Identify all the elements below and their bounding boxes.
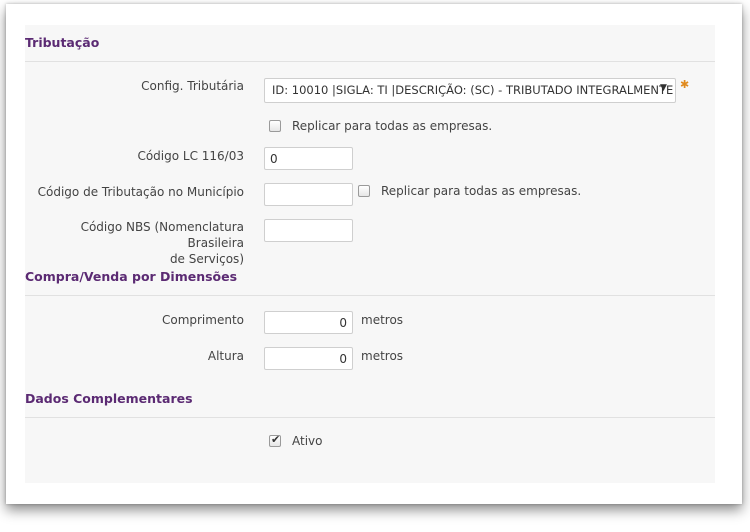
replicar-config-label: Replicar para todas as empresas.: [292, 119, 493, 133]
ativo-label: Ativo: [292, 434, 323, 448]
config-tributaria-label: Config. Tributária: [141, 79, 244, 93]
comprimento-unit: metros: [361, 313, 404, 327]
section-title-dados-complementares: Dados Complementares: [25, 391, 193, 406]
config-tributaria-select[interactable]: ID: 10010 |SIGLA: TI |DESCRIÇÃO: (SC) - …: [264, 78, 676, 103]
replicar-municipio-label: Replicar para todas as empresas.: [381, 184, 582, 198]
comprimento-label: Comprimento: [161, 313, 244, 327]
replicar-config-checkbox[interactable]: [269, 120, 281, 132]
codigo-lc-label: Código LC 116/03: [137, 149, 244, 163]
section-divider: [25, 61, 715, 62]
codigo-nbs-label-line2: de Serviços): [169, 252, 244, 266]
section-title-compra-venda: Compra/Venda por Dimensões: [25, 269, 238, 284]
codigo-nbs-input[interactable]: [264, 219, 353, 242]
check-icon: ✔: [271, 433, 281, 446]
ativo-checkbox[interactable]: ✔: [269, 433, 281, 447]
codigo-municipio-label: Código de Tributação no Município: [37, 185, 244, 199]
altura-unit: metros: [361, 349, 404, 363]
section-title-tributacao: Tributação: [25, 35, 100, 50]
codigo-nbs-label: Código NBS (Nomenclatura Brasileira de S…: [25, 219, 244, 267]
replicar-municipio-checkbox[interactable]: [358, 185, 370, 197]
triangle-down-icon[interactable]: ▼: [660, 83, 667, 93]
altura-label: Altura: [207, 349, 244, 363]
altura-input[interactable]: [264, 347, 353, 370]
asterisk-icon: ✱: [680, 78, 690, 91]
codigo-lc-input[interactable]: [264, 147, 353, 170]
section-divider: [25, 295, 715, 296]
comprimento-input[interactable]: [264, 311, 353, 334]
form-panel: Tributação Config. Tributária ID: 10010 …: [25, 25, 715, 483]
section-divider: [25, 417, 715, 418]
codigo-nbs-label-line1: Código NBS (Nomenclatura Brasileira: [80, 220, 244, 250]
codigo-municipio-input[interactable]: [264, 183, 353, 206]
